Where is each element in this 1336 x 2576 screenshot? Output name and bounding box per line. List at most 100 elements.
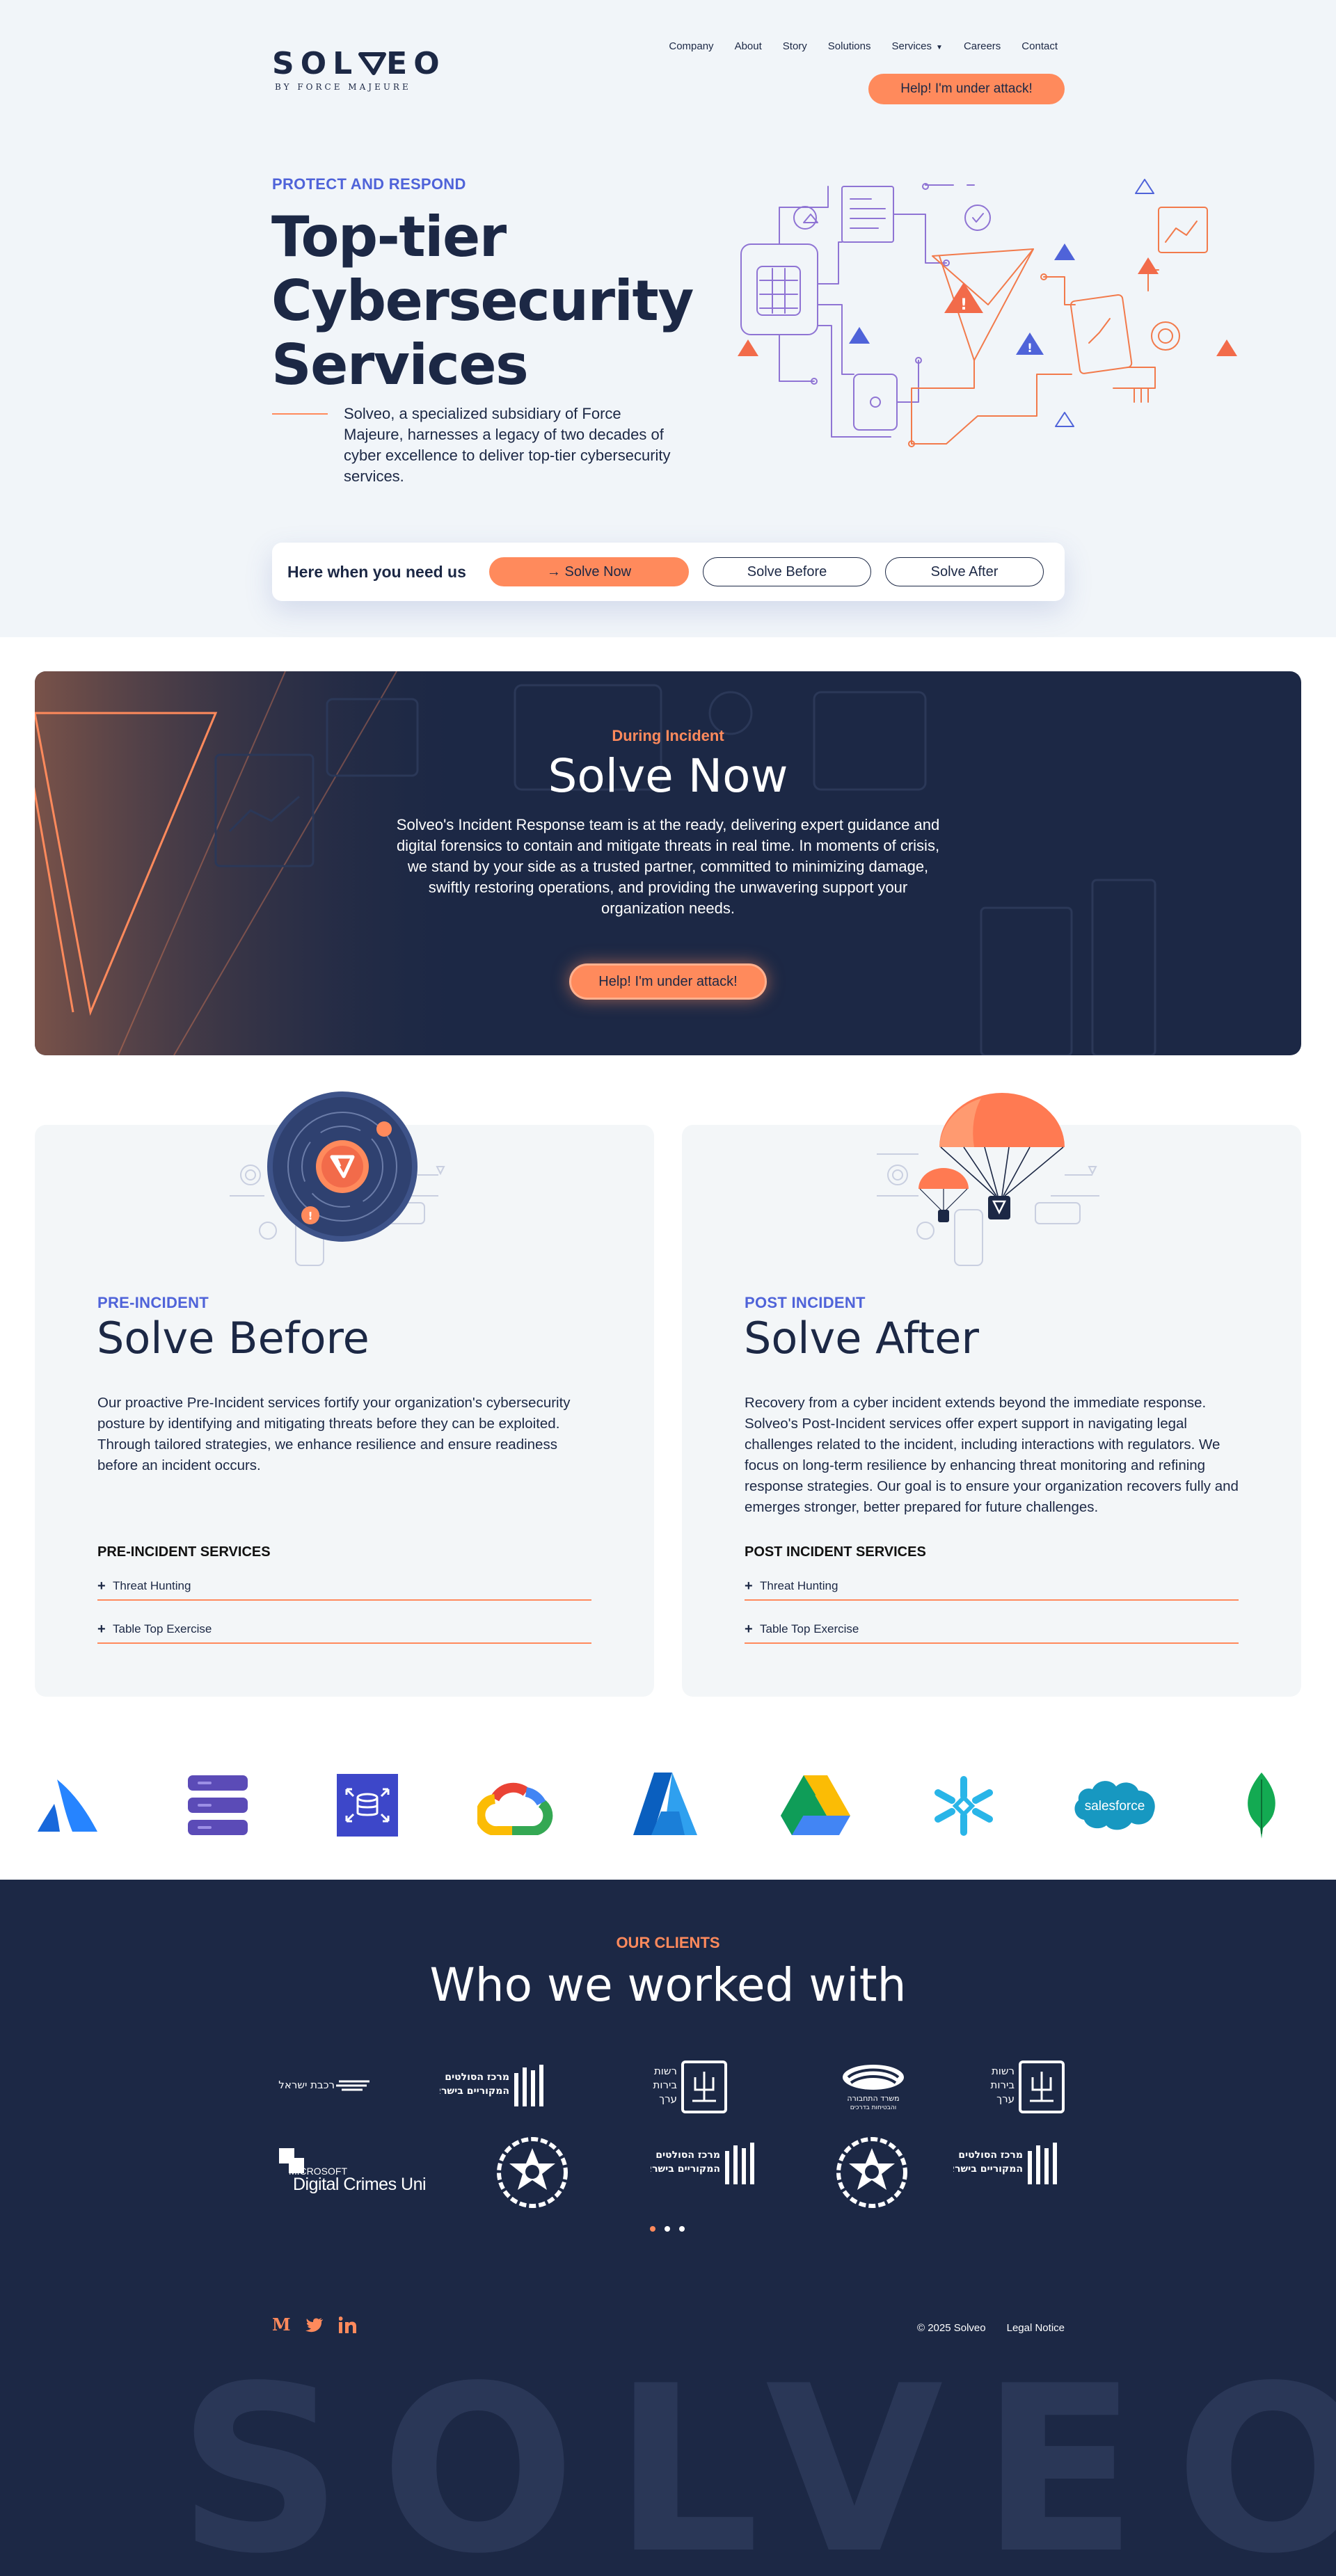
footer-big-wordmark: SOLVEO	[177, 2337, 1336, 2576]
solveo-logo[interactable]: SOL EO BY FORCE MAJEURE	[272, 46, 446, 93]
linkedin-icon[interactable]	[339, 2317, 357, 2333]
hero-eyebrow: PROTECT AND RESPOND	[272, 175, 466, 193]
city-authority-line2: בירות	[991, 2079, 1015, 2091]
pre-service-threat-hunting[interactable]: + Threat Hunting	[97, 1573, 591, 1601]
pre-service-table-top-exercise[interactable]: + Table Top Exercise	[97, 1616, 591, 1644]
plus-icon: +	[97, 1578, 106, 1594]
cyber-center-sub: המקוריים בישראל	[440, 2086, 509, 2097]
service-label: Threat Hunting	[113, 1579, 191, 1592]
solve-now-section: During Incident Solve Now Solveo's Incid…	[35, 671, 1301, 1055]
clients-title: Who we worked with	[429, 1958, 907, 2012]
main-nav: Company About Story Solutions Services ▼ …	[669, 40, 1058, 52]
hero-divider	[272, 413, 328, 415]
snowflake-icon	[932, 1775, 995, 1840]
city-authority-line1: רשות	[992, 2065, 1015, 2077]
israel-railways-label: רכבת ישראל	[278, 2079, 335, 2091]
salesforce-icon: salesforce	[1072, 1775, 1158, 1839]
social-links: M	[272, 2317, 357, 2333]
logo-tagline: BY FORCE MAJEURE	[275, 82, 411, 92]
svg-text:!: !	[960, 296, 967, 314]
nav-solutions[interactable]: Solutions	[828, 40, 871, 52]
google-drive-icon	[781, 1775, 850, 1839]
city-authority-logo-1: רשות בירות ערך	[637, 2059, 727, 2118]
hero-title-line3: Services	[271, 333, 529, 397]
carousel-dot-2[interactable]	[665, 2226, 670, 2232]
city-authority-logo-2: רשות בירות ערך	[974, 2059, 1065, 2118]
police-emblem-1	[495, 2136, 569, 2213]
cyber-center-label: מרכז הסולטים	[655, 2150, 720, 2161]
legal-notice-link[interactable]: Legal Notice	[1007, 2322, 1065, 2334]
logo-wordmark: SOL EO	[272, 46, 446, 81]
solve-before-title: Solve Before	[97, 1313, 369, 1363]
cyber-center-sub: המקוריים בישראל	[651, 2163, 720, 2175]
solve-now-description: Solveo's Incident Response team is at th…	[396, 816, 940, 917]
microsoft-bottom-label: Digital Crimes Unit	[293, 2175, 425, 2194]
solve-before-eyebrow: PRE-INCIDENT	[97, 1294, 209, 1311]
solve-after-button[interactable]: Solve After	[885, 557, 1044, 586]
medium-icon[interactable]: M	[272, 2317, 290, 2333]
copyright: © 2025 Solveo	[916, 2322, 986, 2334]
cyber-center-label: מרכז הסולטים	[958, 2150, 1023, 2161]
cyber-center-logo-3: מרכז הסולטים המקוריים בישראל	[941, 2138, 1065, 2191]
solve-now-title: Solve Now	[548, 749, 788, 803]
nav-story[interactable]: Story	[783, 40, 807, 52]
cyber-center-logo-1: מרכז הסולטים המקוריים בישראל	[428, 2061, 551, 2113]
help-bar-label: Here when you need us	[287, 562, 466, 581]
solve-now-attack-button[interactable]: Help! I'm under attack!	[569, 963, 767, 1000]
city-authority-line3: ערך	[996, 2093, 1015, 2105]
hero-title: Top-tier Cybersecurity Services	[271, 205, 703, 397]
solve-before-description: Our proactive Pre-Incident services fort…	[97, 1395, 571, 1473]
pre-incident-services-title: PRE-INCIDENT SERVICES	[97, 1544, 271, 1560]
circuit-illustration: ! !	[738, 179, 1237, 447]
solve-after-card: POST INCIDENT Solve After Recovery from …	[682, 1093, 1301, 1697]
cyber-center-label: מרכז הסולטים	[445, 2072, 509, 2083]
twitter-icon[interactable]	[305, 2317, 324, 2333]
nav-services-label: Services	[891, 40, 932, 52]
nav-services[interactable]: Services ▼	[892, 40, 943, 52]
mongodb-icon	[1243, 1773, 1280, 1842]
salesforce-wordmark: salesforce	[1085, 1799, 1145, 1814]
ministry-label: משרד התחבורה	[847, 2094, 899, 2103]
carousel-dot-3[interactable]	[679, 2226, 685, 2232]
plus-icon: +	[745, 1621, 753, 1637]
google-cloud-icon	[475, 1778, 554, 1839]
hero-section: SOL EO BY FORCE MAJEURE Company About Sto…	[0, 0, 1336, 637]
solve-before-button[interactable]: Solve Before	[703, 557, 871, 586]
israel-railways-logo: רכבת ישראל	[272, 2074, 376, 2099]
nav-contact[interactable]: Contact	[1021, 40, 1058, 52]
clients-eyebrow: OUR CLIENTS	[616, 1934, 720, 1951]
post-service-table-top-exercise[interactable]: + Table Top Exercise	[745, 1616, 1239, 1644]
plus-icon: +	[745, 1578, 753, 1594]
atlassian-icon	[36, 1773, 99, 1842]
under-attack-button[interactable]: Help! I'm under attack!	[868, 74, 1065, 104]
service-label: Threat Hunting	[760, 1579, 838, 1592]
carousel-dot-1[interactable]	[650, 2226, 655, 2232]
help-bar: Here when you need us → Solve Now Solve …	[272, 543, 1065, 601]
solve-now-button[interactable]: → Solve Now	[489, 557, 689, 586]
hero-description: Solveo, a specialized subsidiary of Forc…	[344, 405, 671, 485]
partner-logos-strip: salesforce	[0, 1773, 1336, 1839]
solve-after-description: Recovery from a cyber incident extends b…	[745, 1395, 1239, 1515]
solve-before-card: ! PRE-INCIDENT Solve Before Our proactiv…	[35, 1091, 654, 1697]
police-emblem-2	[835, 2136, 909, 2213]
nav-careers[interactable]: Careers	[964, 40, 1001, 52]
city-authority-line1: רשות	[654, 2065, 677, 2077]
database-icon	[337, 1774, 398, 1840]
ministry-transport-logo: משרד התחבורה והבטיחות בדרכים	[838, 2062, 908, 2115]
svg-text:!: !	[1027, 342, 1033, 355]
microsoft-dcu-logo: MICROSOFT Digital Crimes Unit	[272, 2147, 431, 2199]
post-service-threat-hunting[interactable]: + Threat Hunting	[745, 1573, 1239, 1601]
service-label: Table Top Exercise	[113, 1622, 212, 1635]
nav-company[interactable]: Company	[669, 40, 713, 52]
post-incident-services-title: POST INCIDENT SERVICES	[745, 1544, 926, 1560]
shield-orbit-illustration: !	[230, 1091, 445, 1266]
solve-after-eyebrow: POST INCIDENT	[745, 1294, 866, 1311]
stack-icon	[188, 1775, 248, 1840]
city-authority-line3: ערך	[659, 2093, 677, 2105]
carousel-dots	[650, 2226, 685, 2232]
azure-icon	[633, 1773, 697, 1839]
nav-about[interactable]: About	[735, 40, 762, 52]
chevron-down-icon: ▼	[936, 44, 943, 51]
cyber-center-sub: המקוריים בישראל	[953, 2163, 1023, 2175]
ministry-sub: והבטיחות בדרכים	[850, 2104, 896, 2111]
